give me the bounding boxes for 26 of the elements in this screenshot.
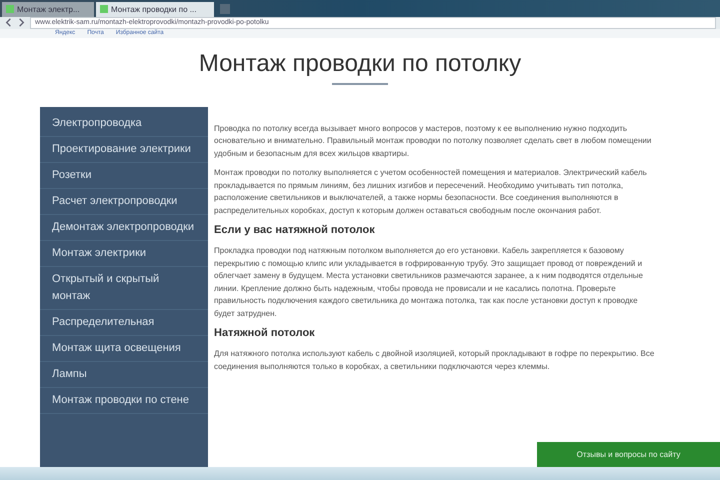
browser-tab[interactable]: Монтаж электр... [2,2,94,17]
back-icon[interactable] [4,18,13,28]
section-heading: Натяжной потолок [214,327,316,340]
title-underline [332,82,388,85]
feedback-button[interactable]: Отзывы и вопросы по сайту [537,442,720,467]
article-paragraph: Прокладка проводки под натяжным потолком выполняется до его установки. Кабель закрепляется к базовому перекрытию с помощью клипс или укладывается в гофрированную трубу. Это защищает провод от повреждений и облегчает замену в будущем. Места установки светильников размечаются заранее, а к ним подводятся отдельные линии. Крепление должно быть надежным, чтобы провода не провисали и не касались полотна. Проверьте правильность подключения каждого светильника до монтажа потолка, так как после установки доступ к проводке будет затруднен. [214,245,644,320]
section-heading: Если у вас натяжной потолок [214,224,376,236]
sidebar-item[interactable]: Открытый и скрытый монтаж [40,266,208,310]
browser-tab[interactable]: Монтаж проводки по ... [96,2,214,17]
favicon-icon [100,5,108,14]
sidebar-item[interactable]: Лампы [40,362,208,388]
sidebar-item[interactable]: Электропроводка [40,110,208,137]
sidebar-item[interactable]: Розетки [40,162,208,189]
sidebar-item[interactable]: Монтаж электрики [40,240,208,267]
page-title: Монтаж проводки по потолку [198,50,522,78]
article-paragraph: Для натяжного потолка используют кабель с двойной изоляцией, который прокладывают в гофре по перекрытию. Все соединения выполняются только в коробках, а светильники подключаются через клеммы. [214,348,656,373]
forward-icon[interactable] [17,18,26,28]
article-paragraph: Монтаж проводки по потолку выполняется с учетом особенностей помещения и материалов. Электрический кабель прокладывается по прямым линиям, без лишних изгибов и пересечений. Необходимо учитывать тип потолка, расположение светильников и выключателей, а также нормы безопасности. Все соединения выполняются в распределительных коробках, доступ к которым должен оставаться свободным после окончания работ. [214,167,648,217]
sidebar-item[interactable]: Проектирование электрики [40,136,208,163]
sidebar-item[interactable]: Демонтаж электропроводки [40,214,208,241]
sidebar-item[interactable]: Распределительная [40,310,208,336]
sidebar-item[interactable]: Расчет электропроводки [40,188,208,215]
sidebar-item[interactable]: Монтаж проводки по стене [40,388,208,414]
article-paragraph: Проводка по потолку всегда вызывает много вопросов у мастеров, поэтому к ее выполнению нужно подходить основательно и внимательно. Правильный монтаж проводки по потолку позволяет сделать свет в любом помещении удобным и безопасным для всех жильцов квартиры. [214,122,652,160]
favicon-icon [6,5,14,14]
sidebar-item[interactable]: Монтаж щита освещения [40,336,208,362]
